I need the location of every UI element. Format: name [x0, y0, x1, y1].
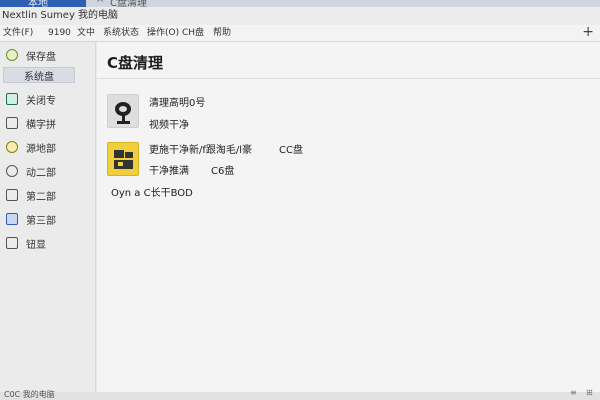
- sidebar-item-display[interactable]: 钮显: [0, 232, 96, 254]
- menu-item-9190[interactable]: 9190: [48, 25, 71, 42]
- sidebar-item-label: 第三部: [26, 215, 56, 227]
- sidebar-item-label: 系统盘: [24, 71, 54, 83]
- status-text: C0C 我的电脑: [4, 390, 55, 399]
- entry-desc: 视频干净: [149, 120, 189, 131]
- disk-circle-icon: [6, 49, 18, 61]
- page-icon: [6, 189, 18, 201]
- entry-name[interactable]: 更施干净新/f跟淘毛/l豪: [149, 141, 252, 156]
- sidebar-item-third[interactable]: 第三部: [0, 208, 96, 230]
- entry-desc: 干净推满: [149, 166, 189, 177]
- menu-item-help[interactable]: 帮助: [213, 25, 231, 42]
- menu-item-text[interactable]: 文中: [77, 25, 95, 42]
- top-tab-strip: 本地 × C盘清理: [0, 0, 600, 9]
- bracket-icon: [6, 237, 18, 249]
- sidebar-item-label: 源地部: [26, 143, 56, 155]
- circle-icon: [6, 165, 18, 177]
- menu-item-status[interactable]: 系统状态: [103, 25, 139, 42]
- sidebar-item-close[interactable]: 关闭专: [0, 88, 96, 110]
- sidebar-item-second[interactable]: 第二部: [0, 184, 96, 206]
- circle-icon: [6, 141, 18, 153]
- main-panel: C盘清理 清理高明0号 视频干净 更施干净新/f跟淘毛/l豪 CC盘 干净推满 …: [97, 42, 600, 392]
- sidebar: 保存盘 系统盘 关闭专 横字拼 源地部 动二部 第二部 第三部 钮显: [0, 42, 96, 392]
- sidebar-item-source[interactable]: 源地部: [0, 136, 96, 158]
- entry-name[interactable]: 清理高明0号: [149, 94, 205, 109]
- sidebar-item-label: 动二部: [26, 167, 56, 179]
- entry-tag: CC盘: [279, 145, 303, 156]
- sidebar-item-label: 横字拼: [26, 119, 56, 131]
- menu-item-file[interactable]: 文件(F): [3, 25, 33, 42]
- menu-item-operation[interactable]: 操作(O): [147, 25, 179, 42]
- sidebar-item-label: 钮显: [26, 239, 46, 251]
- status-bar: C0C 我的电脑 ≡ ⊞: [0, 388, 600, 400]
- entry-tag: C6盘: [211, 166, 235, 177]
- page-title: C盘清理: [107, 54, 164, 72]
- footer-line: Oyn a C长干BOD: [111, 188, 193, 199]
- sidebar-item-label: 保存盘: [26, 51, 56, 63]
- sidebar-item-system[interactable]: 系统盘: [3, 67, 75, 83]
- sidebar-item-label: 关闭专: [26, 95, 56, 107]
- sidebar-item-save[interactable]: 保存盘: [0, 44, 96, 66]
- doc-icon: [6, 93, 18, 105]
- close-icon[interactable]: ×: [96, 0, 104, 5]
- list-view-icon[interactable]: ≡: [570, 388, 577, 397]
- folder-icon[interactable]: [107, 142, 139, 176]
- sidebar-item-label: 第二部: [26, 191, 56, 203]
- menu-item-ch[interactable]: CH盘: [182, 25, 204, 42]
- drive-icon[interactable]: [107, 94, 139, 128]
- menu-bar: 文件(F) 9190 文中 系统状态 操作(O) CH盘 帮助 +: [0, 24, 600, 42]
- title-divider: [97, 78, 600, 79]
- page-icon: [6, 117, 18, 129]
- grid-view-icon[interactable]: ⊞: [586, 388, 593, 397]
- sidebar-item-font[interactable]: 横字拼: [0, 112, 96, 134]
- window-title: Nextlin Sumey 我的电脑: [0, 7, 600, 25]
- square-icon: [6, 213, 18, 225]
- add-tab-button[interactable]: +: [582, 24, 594, 41]
- sidebar-item-part2[interactable]: 动二部: [0, 160, 96, 182]
